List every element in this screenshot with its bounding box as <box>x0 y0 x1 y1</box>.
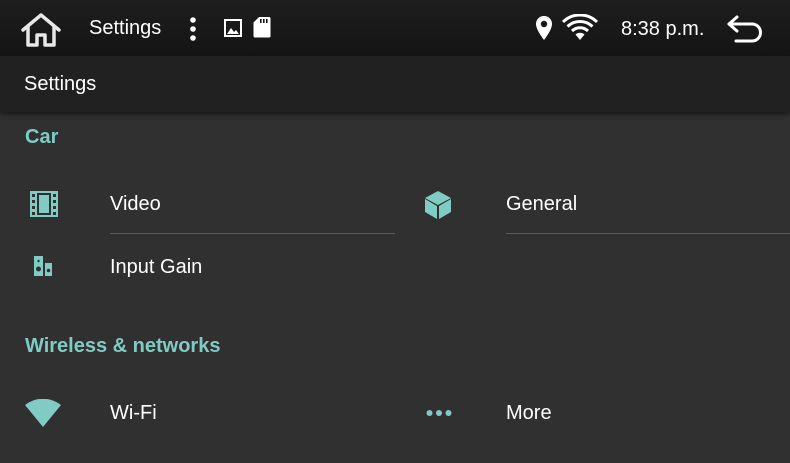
more-dots-icon <box>426 409 452 417</box>
settings-item-wifi[interactable]: Wi-Fi <box>0 383 395 443</box>
home-button[interactable] <box>20 12 62 48</box>
home-icon <box>21 13 61 47</box>
settings-item-input-gain[interactable]: Input Gain <box>0 236 395 296</box>
settings-item-label: Input Gain <box>110 256 203 278</box>
back-button[interactable] <box>726 14 764 44</box>
sd-card-icon <box>253 16 271 38</box>
app-bar: Settings <box>0 56 790 112</box>
page-title: Settings <box>24 73 97 95</box>
overflow-menu-button[interactable] <box>186 16 200 42</box>
divider <box>110 233 395 234</box>
speaker-icon <box>34 256 52 276</box>
location-icon <box>535 15 553 41</box>
film-icon <box>30 191 58 217</box>
settings-item-label: Wi-Fi <box>110 402 157 424</box>
settings-item-video[interactable]: Video <box>0 174 395 234</box>
divider <box>506 233 790 234</box>
settings-item-more[interactable]: More <box>395 383 790 443</box>
image-notification-icon <box>224 19 242 37</box>
back-arrow-icon <box>727 15 762 43</box>
settings-item-general[interactable]: General <box>395 174 790 234</box>
wifi-signal-icon <box>562 14 598 42</box>
app-title: Settings <box>89 17 162 39</box>
settings-item-label: Video <box>110 193 161 215</box>
clock: 8:38 p.m. <box>621 18 705 40</box>
section-header-car: Car <box>25 126 59 148</box>
more-vert-icon <box>190 17 196 41</box>
settings-item-label: General <box>506 193 578 215</box>
status-bar: Settings 8:38 p.m. <box>0 0 790 56</box>
settings-item-label: More <box>506 402 552 424</box>
cube-icon <box>424 190 452 220</box>
wifi-icon <box>25 399 61 427</box>
section-header-wireless: Wireless & networks <box>25 335 221 357</box>
